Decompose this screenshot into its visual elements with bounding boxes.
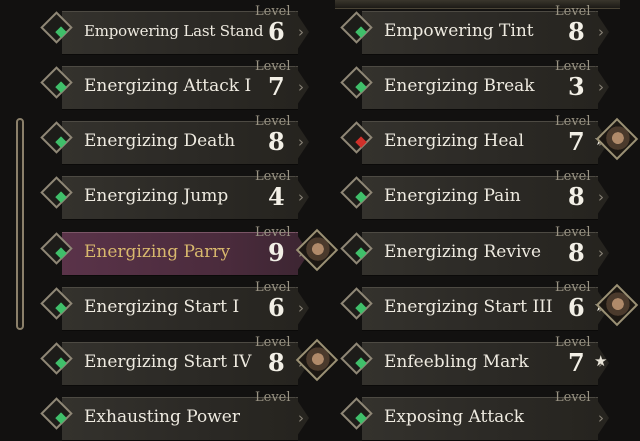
level-value: 7 xyxy=(268,72,285,101)
level-value: 8 xyxy=(568,238,585,267)
green-rune-icon: ◆ xyxy=(55,187,67,205)
ability-name: Exhausting Power xyxy=(84,407,240,427)
star-icon: ★ xyxy=(594,352,608,370)
chevron-right-icon: › xyxy=(298,188,304,206)
ability-card[interactable]: › ◆ Energizing Break Level 3 xyxy=(340,60,610,110)
ability-card[interactable]: › ◆ Energizing Start I Level 6 xyxy=(40,281,310,331)
ability-name: Energizing Death xyxy=(84,131,236,151)
ability-card[interactable]: ›◆Energizing ParryLevel9 xyxy=(40,226,339,276)
green-rune-icon: ◆ xyxy=(355,22,367,40)
level-value: 9 xyxy=(268,238,285,267)
ability-name: Energizing Pain xyxy=(384,186,521,206)
green-rune-icon: ◆ xyxy=(55,132,67,150)
chevron-right-icon: › xyxy=(598,409,604,427)
chevron-right-icon: › xyxy=(598,23,604,41)
level-value: 6 xyxy=(268,17,285,46)
level-value: 3 xyxy=(568,72,585,101)
ability-name: Empowering Tint xyxy=(384,21,534,41)
ability-name: Energizing Revive xyxy=(384,242,542,262)
green-rune-icon: ◆ xyxy=(355,298,367,316)
ability-card[interactable]: ›◆Energizing Start IIILevel6★ xyxy=(340,281,639,331)
green-rune-icon: ◆ xyxy=(355,408,367,426)
ability-name: Exposing Attack xyxy=(384,407,525,427)
ability-card[interactable]: › ◆ Energizing Pain Level 8 xyxy=(340,170,610,220)
ability-card[interactable]: ›◆Energizing Start IVLevel8 xyxy=(40,336,339,386)
ability-name: Energizing Jump xyxy=(84,186,229,206)
ability-name: Energizing Break xyxy=(384,76,535,96)
level-value: 4 xyxy=(268,182,285,211)
green-rune-icon: ◆ xyxy=(55,353,67,371)
level-label: Level xyxy=(555,390,591,405)
ability-name: Energizing Heal xyxy=(384,131,524,151)
ability-name: Energizing Start I xyxy=(84,297,240,317)
green-rune-icon: ◆ xyxy=(55,408,67,426)
ability-card[interactable]: › ◆ Energizing Revive Level 8 xyxy=(340,226,610,276)
green-rune-icon: ◆ xyxy=(55,77,67,95)
green-rune-icon: ◆ xyxy=(355,77,367,95)
chevron-right-icon: › xyxy=(598,78,604,96)
ability-name: Energizing Parry xyxy=(84,242,231,262)
level-value: 7 xyxy=(568,348,585,377)
chevron-right-icon: › xyxy=(598,244,604,262)
level-label: Level xyxy=(255,390,291,405)
chevron-right-icon: › xyxy=(298,299,304,317)
green-rune-icon: ◆ xyxy=(355,187,367,205)
level-value: 7 xyxy=(568,127,585,156)
green-rune-icon: ◆ xyxy=(55,243,67,261)
ability-card[interactable]: › ◆ Energizing Attack I Level 7 xyxy=(40,60,310,110)
ability-card[interactable]: ›◆Energizing HealLevel7★ xyxy=(340,115,639,165)
level-value: 6 xyxy=(568,293,585,322)
ability-card[interactable]: › ◆ Exhausting Power Level xyxy=(40,391,310,441)
ability-card[interactable]: › ◆ Empowering Tint Level 8 xyxy=(340,5,610,55)
chevron-right-icon: › xyxy=(298,133,304,151)
chevron-right-icon: › xyxy=(298,409,304,427)
scrollbar[interactable] xyxy=(16,118,24,330)
ability-name: Empowering Last Stand xyxy=(84,22,264,40)
ability-card[interactable]: › ◆ Energizing Jump Level 4 xyxy=(40,170,310,220)
green-rune-icon: ◆ xyxy=(55,22,67,40)
green-rune-icon: ◆ xyxy=(55,298,67,316)
ability-card[interactable]: › ◆ Empowering Last Stand Level 6 xyxy=(40,5,310,55)
level-value: 8 xyxy=(568,17,585,46)
chevron-right-icon: › xyxy=(298,23,304,41)
ability-name: Energizing Start IV xyxy=(84,352,252,372)
red-rune-icon: ◆ xyxy=(355,132,367,150)
ability-name: Energizing Start III xyxy=(384,297,553,317)
chevron-right-icon: › xyxy=(598,188,604,206)
level-value: 8 xyxy=(568,182,585,211)
ability-card[interactable]: › ◆ Enfeebling Mark Level 7 ★ xyxy=(340,336,610,386)
level-value: 6 xyxy=(268,293,285,322)
green-rune-icon: ◆ xyxy=(355,353,367,371)
level-value: 8 xyxy=(268,127,285,156)
ability-name: Enfeebling Mark xyxy=(384,352,529,372)
ability-name: Energizing Attack I xyxy=(84,76,252,96)
ability-card[interactable]: › ◆ Energizing Death Level 8 xyxy=(40,115,310,165)
ability-card[interactable]: › ◆ Exposing Attack Level xyxy=(340,391,610,441)
chevron-right-icon: › xyxy=(298,78,304,96)
green-rune-icon: ◆ xyxy=(355,243,367,261)
level-value: 8 xyxy=(268,348,285,377)
